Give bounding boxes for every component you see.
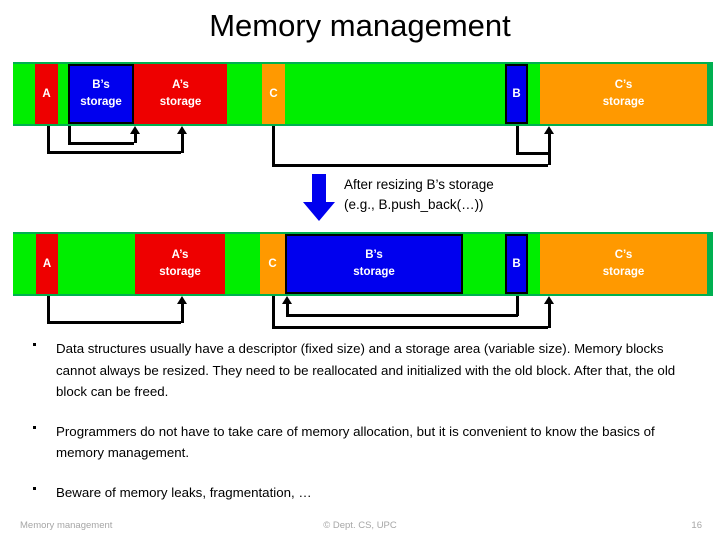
segment-label: B: [512, 257, 521, 270]
segment-block-a: A: [36, 234, 58, 294]
segment-label: A’s: [171, 249, 189, 262]
connector-a-down: [47, 126, 50, 154]
connector-b-up: [286, 301, 289, 315]
segment-free-space: [13, 234, 36, 294]
bullet-dot-icon: [33, 486, 36, 490]
transition-note: After resizing B’s storage (e.g., B.push…: [344, 175, 674, 214]
segment-sublabel: storage: [80, 96, 122, 108]
connector-a-down: [47, 296, 50, 324]
page-title: Memory management: [209, 8, 511, 43]
connector-c-up: [548, 131, 551, 165]
bullet-dot-icon: [33, 343, 36, 346]
segment-b-storage: B’s storage: [285, 234, 463, 294]
footer-copyright: © Dept. CS, UPC: [323, 520, 397, 531]
slide: Memory management A B’s storage A’s storage C…: [0, 0, 720, 540]
connector-a-up: [181, 131, 184, 153]
segment-b-storage: B’s storage: [68, 64, 134, 124]
bullet-item: Data structures usually have a descripto…: [0, 338, 720, 403]
segment-c-storage: C’s storage: [540, 64, 707, 124]
segment-free-space: [58, 64, 68, 124]
connector-b-across: [68, 142, 134, 145]
segment-free-space: [285, 64, 505, 124]
segment-sublabel: storage: [159, 266, 201, 278]
connector-a-up: [181, 301, 184, 323]
segment-label: B’s: [92, 79, 110, 92]
segment-block-b: B: [505, 64, 528, 124]
arrowhead-c-storage: [544, 296, 554, 304]
arrowhead-b-storage: [130, 126, 140, 134]
segment-freed-space: [58, 234, 135, 294]
segment-label: C’s: [614, 249, 633, 262]
connector-b-down: [516, 296, 519, 316]
bullet-list: Data structures usually have a descripto…: [0, 338, 720, 521]
segment-label: C’s: [614, 79, 633, 92]
segment-label: B: [512, 87, 521, 100]
segment-free-space: [528, 234, 540, 294]
segment-a-storage: A’s storage: [134, 64, 227, 124]
segment-label: C: [269, 87, 278, 100]
connector-bright-down: [516, 126, 519, 155]
connector-b-across: [286, 314, 518, 317]
bullet-text: Programmers do not have to take care of …: [56, 423, 655, 461]
segment-free-space: [225, 234, 260, 294]
memory-bar-after: A A’s storage C B’s storage B C’s storage: [13, 232, 713, 296]
segment-sublabel: storage: [159, 96, 202, 108]
segment-sublabel: storage: [353, 266, 395, 278]
connector-a-across: [47, 151, 181, 154]
segment-c-storage: C’s storage: [540, 234, 707, 294]
arrowhead-a-storage: [177, 126, 187, 134]
transition-note-line2: (e.g., B.push_back(…)): [344, 196, 484, 212]
arrowhead-a-storage: [177, 296, 187, 304]
bullet-item: Beware of memory leaks, fragmentation, …: [0, 482, 720, 504]
slide-footer: Memory management © Dept. CS, UPC 16: [0, 520, 720, 536]
connector-c-across: [272, 164, 548, 167]
segment-free-space: [463, 234, 505, 294]
bullet-text: Data structures usually have a descripto…: [56, 341, 676, 400]
segment-label: C: [268, 257, 277, 270]
transition-note-line1: After resizing B’s storage: [344, 177, 494, 192]
segment-label: B’s: [365, 249, 383, 262]
connector-c-up: [548, 301, 551, 328]
bullet-dot-icon: [33, 425, 36, 429]
down-arrow-icon: [303, 174, 335, 221]
segment-free-space: [13, 64, 35, 124]
segment-block-c: C: [260, 234, 285, 294]
arrowhead-c-storage: [544, 126, 554, 134]
segment-free-space: [227, 64, 262, 124]
slide-number: 16: [691, 520, 702, 531]
segment-block-a: A: [35, 64, 58, 124]
segment-block-b: B: [505, 234, 528, 294]
segment-label: A’s: [172, 79, 189, 92]
segment-label: A: [42, 257, 52, 270]
memory-bar-before: A B’s storage A’s storage C B C’s storage: [13, 62, 713, 126]
segment-sublabel: storage: [602, 266, 645, 278]
connector-a-across: [47, 321, 181, 324]
segment-block-c: C: [262, 64, 285, 124]
connector-bright-across: [516, 152, 548, 155]
segment-sublabel: storage: [602, 96, 645, 108]
bullet-text: Beware of memory leaks, fragmentation, …: [56, 484, 312, 500]
segment-label: A: [42, 87, 51, 100]
connector-c-down: [272, 126, 275, 166]
connector-c-down: [272, 296, 275, 329]
segment-a-storage: A’s storage: [135, 234, 225, 294]
segment-free-space: [528, 64, 540, 124]
bullet-item: Programmers do not have to take care of …: [0, 421, 720, 464]
connector-c-across: [272, 326, 548, 329]
